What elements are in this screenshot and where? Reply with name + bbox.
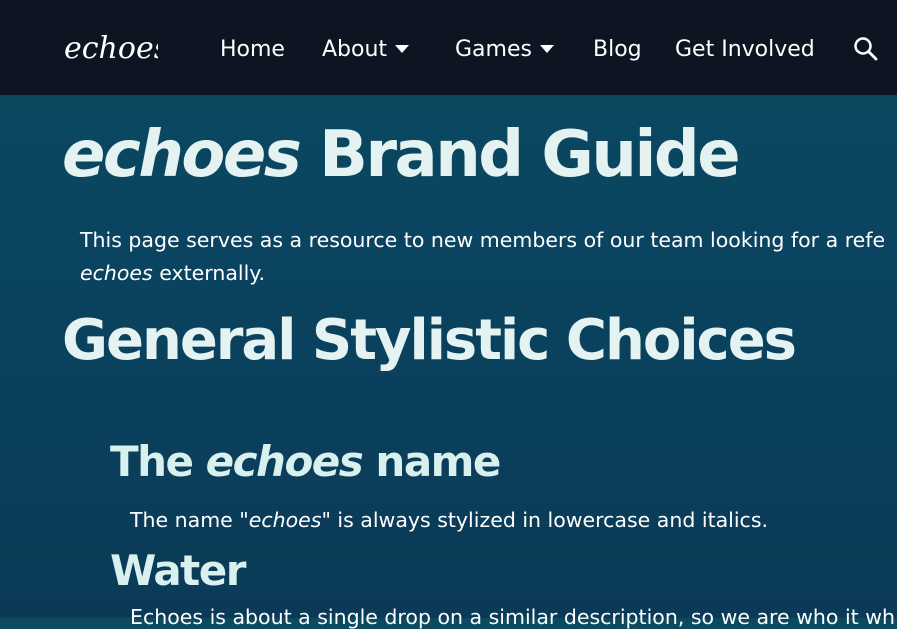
intro-brand: echoes <box>80 261 153 285</box>
name-heading-post: name <box>362 437 501 486</box>
name-para-post: " is always stylized in lowercase and it… <box>321 508 769 532</box>
water-paragraph: Echoes is about a single drop on a simil… <box>130 605 895 629</box>
nav-about-label: About <box>322 36 388 62</box>
nav-about[interactable]: About <box>322 34 410 64</box>
nav-get-involved-label: Get Involved <box>675 36 815 62</box>
nav-home[interactable]: Home <box>220 34 285 64</box>
chevron-down-icon <box>539 45 554 53</box>
nav-games[interactable]: Games <box>455 34 554 64</box>
water-heading: Water <box>110 546 246 595</box>
top-navbar: echoes Home About Games Blog Get Involve… <box>0 0 897 95</box>
nav-home-label: Home <box>220 36 285 62</box>
name-heading-brand: echoes <box>205 437 364 486</box>
page-title-brand: echoes <box>62 118 302 192</box>
name-heading-pre: The <box>110 437 206 486</box>
name-para-pre: The name " <box>130 508 249 532</box>
logo-text: echoes <box>64 31 158 66</box>
name-heading: The echoes name <box>110 437 501 486</box>
page-title: echoes Brand Guide <box>62 118 741 192</box>
nav-get-involved[interactable]: Get Involved <box>675 34 815 64</box>
intro-line-1: This page serves as a resource to new me… <box>80 228 886 252</box>
name-paragraph: The name "echoes" is always stylized in … <box>130 508 768 532</box>
section-title: General Stylistic Choices <box>62 308 797 373</box>
chevron-down-icon <box>395 45 410 53</box>
nav-games-label: Games <box>455 36 532 62</box>
nav-blog-label: Blog <box>593 36 642 62</box>
intro-paragraph: This page serves as a resource to new me… <box>80 224 897 290</box>
search-icon[interactable] <box>853 36 879 62</box>
echoes-logo[interactable]: echoes <box>62 24 158 68</box>
intro-line-2: externally. <box>152 261 266 285</box>
name-para-brand: echoes <box>248 508 322 532</box>
nav-blog[interactable]: Blog <box>593 34 642 64</box>
page-title-rest: Brand Guide <box>299 118 740 192</box>
